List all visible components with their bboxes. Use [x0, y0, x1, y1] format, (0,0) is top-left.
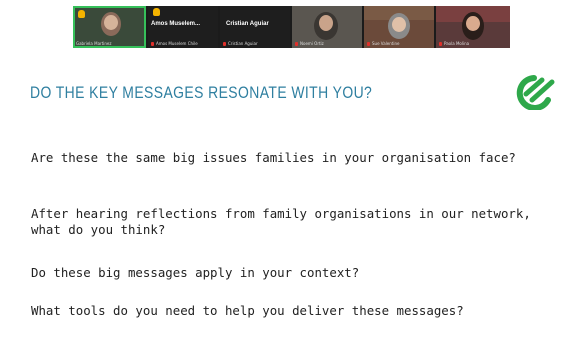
slide-heading: Do the key messages resonate with you?	[30, 83, 373, 102]
participant-name: Paola Molina	[444, 41, 470, 46]
participant-face	[319, 15, 333, 31]
video-strip: Gabriela Martinez Amos Muselem... Amos M…	[73, 6, 510, 48]
slide-question-3: Do these big messages apply in your cont…	[31, 265, 360, 280]
participant-display-name: Cristian Aguiar	[226, 21, 269, 27]
participant-tile-4[interactable]: Noemi Ortiz	[292, 6, 362, 48]
participant-name-row: Sue Valentine	[367, 41, 399, 46]
participant-tile-3[interactable]: Cristian Aguiar Cristian Aguiar	[220, 6, 290, 48]
participant-name-row: Paola Molina	[439, 41, 469, 46]
slide-question-4: What tools do you need to help you deliv…	[31, 303, 464, 318]
participant-tile-2[interactable]: Amos Muselem... Amos Muselem Chile	[148, 6, 218, 48]
participant-name: Cristian Aguiar	[228, 41, 258, 46]
participant-name-row: Cristian Aguiar	[223, 41, 258, 46]
participant-name: Gabriela Martinez	[76, 41, 112, 46]
slide-question-1: Are these the same big issues families i…	[31, 150, 516, 165]
muted-mic-icon	[439, 42, 442, 46]
participant-tile-6[interactable]: Paola Molina	[436, 6, 510, 48]
shared-slide: Do the key messages resonate with you? A…	[0, 56, 583, 345]
participant-name: Amos Muselem Chile	[156, 41, 198, 46]
participant-face	[392, 17, 406, 32]
participant-face	[104, 15, 118, 30]
participant-name: Noemi Ortiz	[300, 41, 324, 46]
muted-mic-icon	[151, 42, 154, 46]
participant-tile-5[interactable]: Sue Valentine	[364, 6, 434, 48]
slide-question-2: After hearing reflections from family or…	[31, 206, 531, 237]
muted-mic-icon	[223, 42, 226, 46]
participant-tile-1[interactable]: Gabriela Martinez	[73, 6, 146, 48]
participant-name-row: Amos Muselem Chile	[151, 41, 198, 46]
muted-mic-icon	[367, 42, 370, 46]
participant-bar: Gabriela Martinez Amos Muselem... Amos M…	[0, 0, 583, 52]
participant-face	[466, 16, 480, 31]
participant-name: Sue Valentine	[372, 41, 400, 46]
participant-name-row: Noemi Ortiz	[295, 41, 324, 46]
raised-hand-icon	[153, 8, 160, 16]
participant-display-name: Amos Muselem...	[151, 21, 201, 27]
organisation-logo	[516, 75, 555, 110]
muted-mic-icon	[295, 42, 298, 46]
raised-hand-icon	[78, 10, 85, 18]
